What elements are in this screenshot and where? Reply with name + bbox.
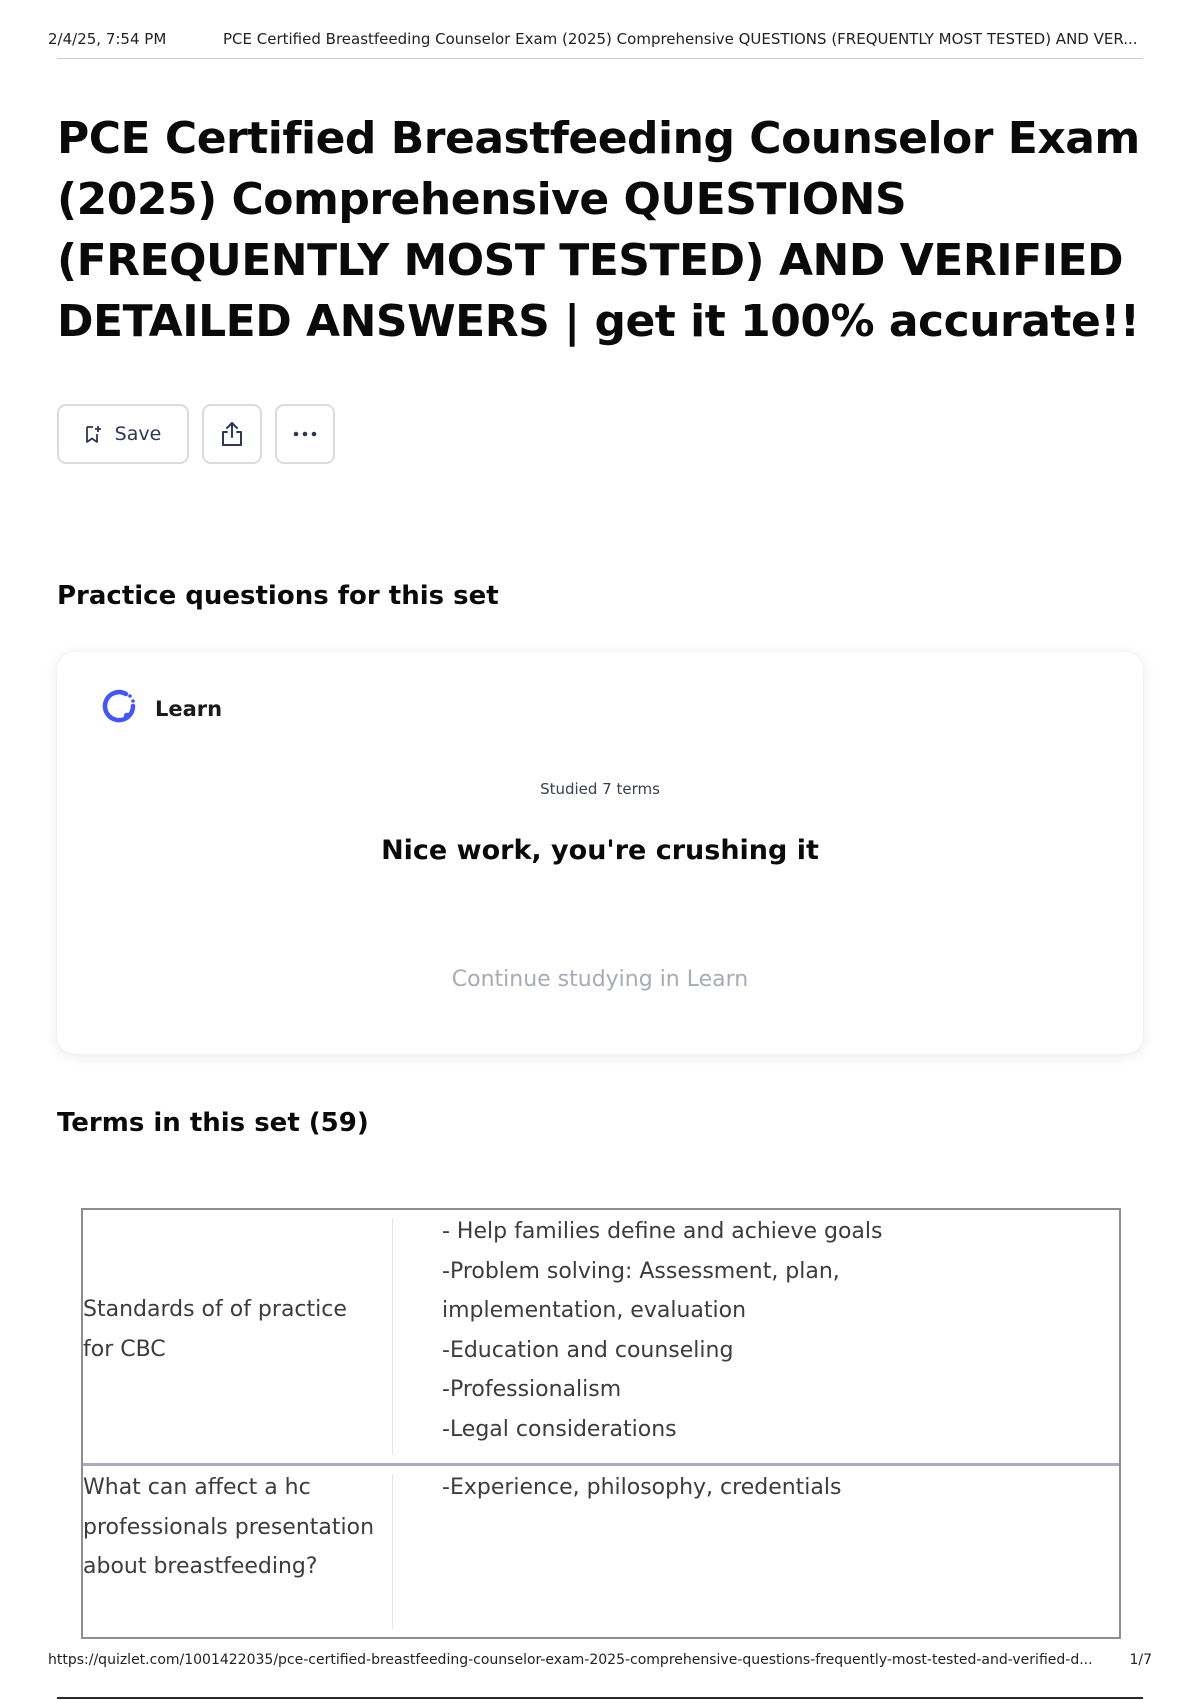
definition-line: implementation, evaluation <box>442 1298 747 1323</box>
progress-message: Nice work, you're crushing it <box>381 835 819 866</box>
learn-progress-icon <box>97 684 141 733</box>
term-cell: Standards of of practice for CBC <box>83 1210 393 1463</box>
table-row: What can affect a hc professionals prese… <box>83 1463 1119 1637</box>
definition-line: -Education and counseling <box>442 1337 734 1363</box>
print-url: https://quizlet.com/1001422035/pce-certi… <box>48 1652 1093 1668</box>
page-number: 1/7 <box>1129 1652 1152 1668</box>
save-button-label: Save <box>114 423 162 445</box>
terms-table: Standards of of practice for CBC - Help … <box>81 1208 1121 1639</box>
practice-heading: Practice questions for this set <box>57 581 499 611</box>
set-toolbar: Save <box>57 404 335 464</box>
definition-cell: - Help families define and achieve goals… <box>393 1210 1119 1463</box>
page-title: PCE Certified Breastfeeding Counselor Ex… <box>57 113 1140 347</box>
header-divider <box>57 58 1143 59</box>
learn-mode-label: Learn <box>155 696 223 721</box>
print-footer: https://quizlet.com/1001422035/pce-certi… <box>48 1652 1152 1672</box>
print-document-title: PCE Certified Breastfeeding Counselor Ex… <box>223 30 1138 48</box>
term-cell: What can affect a hc professionals prese… <box>83 1466 393 1637</box>
print-datetime: 2/4/25, 7:54 PM <box>48 30 167 48</box>
continue-learn-button[interactable]: Continue studying in Learn <box>57 967 1143 992</box>
footer-divider <box>57 1697 1143 1699</box>
definition-line: -Professionalism <box>442 1377 622 1402</box>
share-icon <box>219 420 245 448</box>
print-header: 2/4/25, 7:54 PM PCE Certified Breastfeed… <box>48 30 1152 50</box>
bookmark-icon <box>85 424 103 444</box>
table-row: Standards of of practice for CBC - Help … <box>83 1210 1119 1463</box>
terms-heading: Terms in this set (59) <box>57 1108 369 1138</box>
definition-line: -Legal considerations <box>442 1416 677 1442</box>
definition-cell: -Experience, philosophy, credentials <box>393 1466 1119 1637</box>
studied-count: Studied 7 terms <box>540 780 660 798</box>
learn-card: Learn Studied 7 terms Nice work, you're … <box>57 652 1143 1054</box>
more-options-icon <box>292 430 318 438</box>
definition-line: -Problem solving: Assessment, plan, <box>442 1258 840 1284</box>
definition-line: -Experience, philosophy, credentials <box>442 1475 842 1500</box>
save-button[interactable]: Save <box>57 404 189 464</box>
share-button[interactable] <box>202 404 262 464</box>
learn-mode-header[interactable]: Learn <box>97 684 222 733</box>
more-options-button[interactable] <box>275 404 335 464</box>
definition-line: - Help families define and achieve goals <box>442 1219 883 1244</box>
